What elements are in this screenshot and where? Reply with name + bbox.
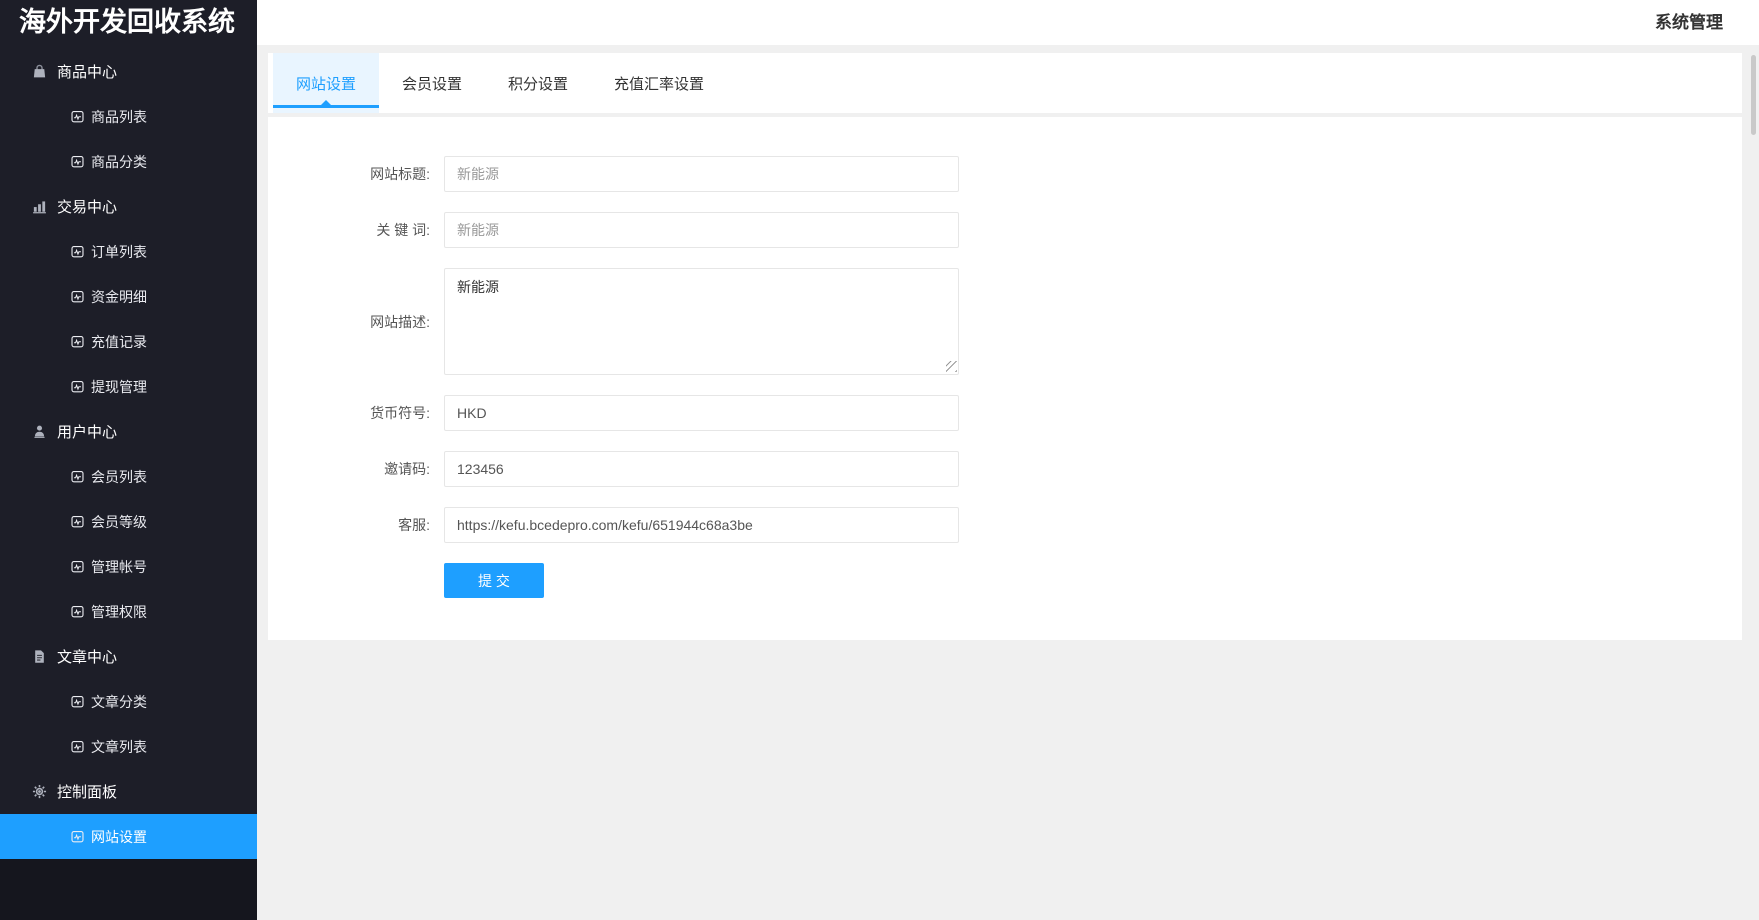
invite-code-label: 邀请码: xyxy=(268,459,444,479)
gear-icon xyxy=(32,784,47,799)
user-icon xyxy=(32,424,47,439)
textarea-resize-handle[interactable] xyxy=(946,361,957,372)
submit-row: 提 交 xyxy=(268,563,1742,598)
badge-icon xyxy=(71,740,84,753)
customer-service-label: 客服: xyxy=(268,515,444,535)
sidebar-group-control-panel[interactable]: 控制面板 xyxy=(0,769,257,814)
sidebar-menu: 商品中心商品列表商品分类交易中心订单列表资金明细充值记录提现管理用户中心会员列表… xyxy=(0,49,257,859)
sidebar-item-member-level[interactable]: 会员等级 xyxy=(0,499,257,544)
tab-member-settings[interactable]: 会员设置 xyxy=(379,53,485,113)
sidebar-item-label: 网站设置 xyxy=(91,827,147,847)
badge-icon xyxy=(71,605,84,618)
badge-icon xyxy=(71,245,84,258)
top-header: 系统管理 xyxy=(257,0,1759,45)
tab-recharge-rate-settings[interactable]: 充值汇率设置 xyxy=(591,53,727,113)
sidebar-item-order-list[interactable]: 订单列表 xyxy=(0,229,257,274)
sidebar-item-label: 订单列表 xyxy=(91,242,147,262)
sidebar-group-label: 交易中心 xyxy=(57,196,117,217)
sidebar-item-product-category[interactable]: 商品分类 xyxy=(0,139,257,184)
site-title-row: 网站标题: xyxy=(268,156,1742,192)
customer-service-row: 客服: xyxy=(268,507,1742,543)
settings-form-card: 网站标题: 关 键 词: 网站描述: 货币符号: 邀请码: 客服: 提 交 xyxy=(268,117,1742,640)
badge-icon xyxy=(71,515,84,528)
sidebar-item-label: 管理帐号 xyxy=(91,557,147,577)
badge-icon xyxy=(71,155,84,168)
invite-code-input[interactable] xyxy=(444,451,959,487)
sidebar-item-admin-accounts[interactable]: 管理帐号 xyxy=(0,544,257,589)
sidebar-group-label: 用户中心 xyxy=(57,421,117,442)
sidebar-group-label: 文章中心 xyxy=(57,646,117,667)
sidebar-group-product-center[interactable]: 商品中心 xyxy=(0,49,257,94)
badge-icon xyxy=(71,335,84,348)
site-description-field xyxy=(444,268,959,375)
badge-icon xyxy=(71,695,84,708)
sidebar-item-recharge-records[interactable]: 充值记录 xyxy=(0,319,257,364)
site-title-input[interactable] xyxy=(444,156,959,192)
sidebar-item-admin-permissions[interactable]: 管理权限 xyxy=(0,589,257,634)
site-title-label: 网站标题: xyxy=(268,164,444,184)
sidebar-group-trade-center[interactable]: 交易中心 xyxy=(0,184,257,229)
sidebar-group-user-center[interactable]: 用户中心 xyxy=(0,409,257,454)
sidebar-item-site-settings[interactable]: 网站设置 xyxy=(0,814,257,859)
badge-icon xyxy=(71,470,84,483)
settings-tab-bar: 网站设置会员设置积分设置充值汇率设置 xyxy=(268,53,1742,113)
site-description-label: 网站描述: xyxy=(268,312,444,332)
submit-button[interactable]: 提 交 xyxy=(444,563,544,598)
keywords-row: 关 键 词: xyxy=(268,212,1742,248)
app-root: 海外开发回收系统 商品中心商品列表商品分类交易中心订单列表资金明细充值记录提现管… xyxy=(0,0,1759,920)
keywords-input[interactable] xyxy=(444,212,959,248)
badge-icon xyxy=(71,380,84,393)
customer-service-input[interactable] xyxy=(444,507,959,543)
invite-code-row: 邀请码: xyxy=(268,451,1742,487)
sidebar-item-member-list[interactable]: 会员列表 xyxy=(0,454,257,499)
sidebar-group-label: 商品中心 xyxy=(57,61,117,82)
sidebar: 海外开发回收系统 商品中心商品列表商品分类交易中心订单列表资金明细充值记录提现管… xyxy=(0,0,257,920)
shopping-bag-icon xyxy=(32,64,47,79)
site-description-row: 网站描述: xyxy=(268,268,1742,375)
document-icon xyxy=(32,649,47,664)
sidebar-item-label: 充值记录 xyxy=(91,332,147,352)
currency-symbol-row: 货币符号: xyxy=(268,395,1742,431)
scrollbar-thumb[interactable] xyxy=(1751,55,1756,135)
sidebar-item-product-list[interactable]: 商品列表 xyxy=(0,94,257,139)
sidebar-item-label: 文章列表 xyxy=(91,737,147,757)
badge-icon xyxy=(71,560,84,573)
sidebar-item-label: 商品分类 xyxy=(91,152,147,172)
badge-icon xyxy=(71,110,84,123)
keywords-label: 关 键 词: xyxy=(268,220,444,240)
sidebar-item-article-category[interactable]: 文章分类 xyxy=(0,679,257,724)
tab-points-settings[interactable]: 积分设置 xyxy=(485,53,591,113)
system-management-link[interactable]: 系统管理 xyxy=(1655,0,1723,45)
badge-icon xyxy=(71,830,84,843)
sidebar-item-label: 提现管理 xyxy=(91,377,147,397)
settings-form: 网站标题: 关 键 词: 网站描述: 货币符号: 邀请码: 客服: xyxy=(268,156,1742,543)
sidebar-footer-area xyxy=(0,859,257,920)
sidebar-group-article-center[interactable]: 文章中心 xyxy=(0,634,257,679)
sidebar-item-label: 文章分类 xyxy=(91,692,147,712)
sidebar-item-label: 会员列表 xyxy=(91,467,147,487)
app-title: 海外开发回收系统 xyxy=(0,0,257,47)
site-description-textarea[interactable] xyxy=(444,268,959,375)
sidebar-item-article-list[interactable]: 文章列表 xyxy=(0,724,257,769)
sidebar-item-label: 会员等级 xyxy=(91,512,147,532)
currency-symbol-label: 货币符号: xyxy=(268,403,444,423)
currency-symbol-input[interactable] xyxy=(444,395,959,431)
sidebar-item-label: 管理权限 xyxy=(91,602,147,622)
sidebar-item-fund-details[interactable]: 资金明细 xyxy=(0,274,257,319)
bar-chart-icon xyxy=(32,199,47,214)
badge-icon xyxy=(71,290,84,303)
sidebar-item-label: 资金明细 xyxy=(91,287,147,307)
sidebar-item-label: 商品列表 xyxy=(91,107,147,127)
tab-site-settings[interactable]: 网站设置 xyxy=(273,53,379,113)
sidebar-item-withdrawal-management[interactable]: 提现管理 xyxy=(0,364,257,409)
sidebar-group-label: 控制面板 xyxy=(57,781,117,802)
